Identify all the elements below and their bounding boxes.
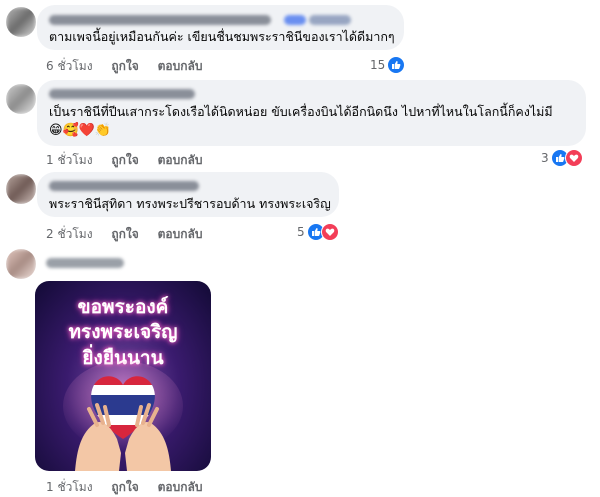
comment-actions: 1 ชั่วโมง ถูกใจ ตอบกลับ — [46, 478, 217, 497]
avatar[interactable] — [6, 7, 36, 37]
comment-text: เป็นราชินีที่ปีนเสากระโดงเรือได้นิดหน่อย… — [49, 104, 553, 119]
comment-text: ตามเพจนี้อยู่เหมือนกันค่ะ เขียนชื่นชมพระ… — [49, 29, 395, 44]
heart-hands-graphic — [63, 361, 183, 471]
comment-bubble: พระราชินีสุทิดา ทรงพระปรีชารอบด้าน ทรงพร… — [37, 172, 339, 217]
like-link[interactable]: ถูกใจ — [111, 227, 138, 241]
love-icon — [320, 223, 339, 241]
like-link[interactable]: ถูกใจ — [111, 153, 138, 167]
reaction-summary[interactable]: 15 — [370, 56, 406, 74]
comment-time[interactable]: 1 ชั่วโมง — [46, 480, 93, 494]
love-icon — [564, 149, 583, 167]
reaction-summary[interactable]: 5 — [297, 223, 339, 241]
comment-actions: 2 ชั่วโมง ถูกใจ ตอบกลับ — [46, 225, 217, 244]
reaction-count: 5 — [297, 225, 305, 239]
comment-actions: 1 ชั่วโมง ถูกใจ ตอบกลับ — [46, 151, 217, 170]
reaction-count: 3 — [541, 151, 549, 165]
avatar[interactable] — [6, 174, 36, 204]
reply-link[interactable]: ตอบกลับ — [158, 227, 203, 241]
avatar[interactable] — [6, 84, 36, 114]
comment-bubble: เป็นราชินีที่ปีนเสากระโดงเรือได้นิดหน่อย… — [37, 80, 586, 146]
reply-link[interactable]: ตอบกลับ — [158, 59, 203, 73]
author-name[interactable] — [46, 258, 124, 268]
author-name[interactable] — [49, 15, 271, 25]
like-link[interactable]: ถูกใจ — [111, 59, 138, 73]
author-name[interactable] — [49, 181, 199, 191]
comment-image[interactable]: ขอพระองค์ ทรงพระเจริญ ยิ่งยืนนาน — [35, 281, 211, 471]
comment-actions: 6 ชั่วโมง ถูกใจ ตอบกลับ — [46, 57, 217, 76]
avatar[interactable] — [6, 249, 36, 279]
comment-time[interactable]: 1 ชั่วโมง — [46, 153, 93, 167]
comment-time[interactable]: 2 ชั่วโมง — [46, 227, 93, 241]
like-icon — [387, 56, 406, 74]
author-name[interactable] — [49, 89, 195, 99]
comment-emojis: 😁🥰❤️👏 — [49, 123, 112, 138]
reaction-count: 15 — [370, 58, 386, 72]
reply-link[interactable]: ตอบกลับ — [158, 480, 203, 494]
author-name-tail — [309, 15, 351, 25]
reply-link[interactable]: ตอบกลับ — [158, 153, 203, 167]
like-link[interactable]: ถูกใจ — [111, 480, 138, 494]
reaction-summary[interactable]: 3 — [541, 149, 583, 167]
comment-time[interactable]: 6 ชั่วโมง — [46, 59, 93, 73]
comment-bubble: ตามเพจนี้อยู่เหมือนกันค่ะ เขียนชื่นชมพระ… — [37, 5, 404, 50]
author-name-badge — [284, 15, 306, 25]
comment-text: พระราชินีสุทิดา ทรงพระปรีชารอบด้าน ทรงพร… — [49, 196, 331, 211]
